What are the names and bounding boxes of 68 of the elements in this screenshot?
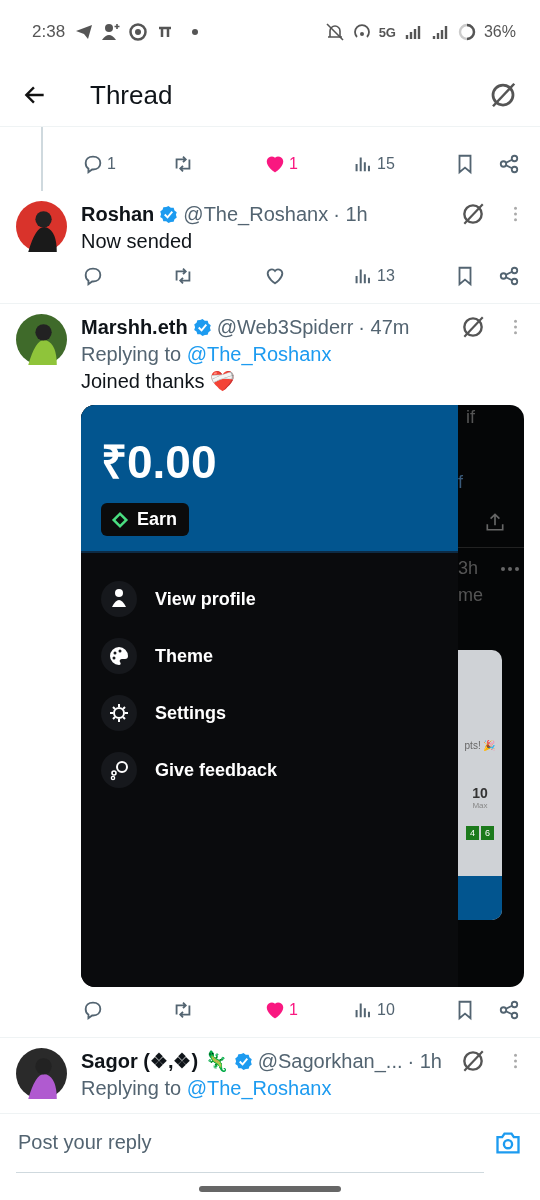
- view-count: 10: [377, 1001, 395, 1019]
- dot-icon: [192, 29, 199, 35]
- smiley-bubbles-icon: [101, 752, 137, 788]
- background-text: me: [458, 585, 484, 606]
- slashed-circle-icon[interactable]: [460, 201, 486, 227]
- reply-count: 1: [107, 155, 116, 173]
- like-count: 1: [289, 1001, 298, 1019]
- slashed-circle-icon[interactable]: [460, 314, 486, 340]
- menu-item[interactable]: Give feedback: [155, 759, 278, 781]
- background-text: Max: [472, 801, 488, 810]
- heart-icon[interactable]: [264, 153, 286, 175]
- reply-field[interactable]: Post your reply: [16, 1113, 484, 1173]
- background-text: 10: [472, 785, 488, 801]
- post-text: Joined thanks ❤‍🩹: [81, 369, 236, 393]
- banner-bar: [458, 876, 502, 920]
- person-add-icon: [101, 22, 122, 42]
- reply-icon[interactable]: [82, 265, 104, 287]
- sun-icon: [101, 695, 137, 731]
- background-text: if: [466, 407, 476, 428]
- share-icon: [484, 511, 506, 533]
- avatar[interactable]: [16, 201, 67, 252]
- author-name[interactable]: Sagor (❖,❖) 🦎: [81, 1049, 229, 1073]
- share-icon[interactable]: [498, 265, 520, 287]
- author-handle[interactable]: @Web3Spiderr: [216, 315, 354, 339]
- background-text: 3h: [458, 558, 479, 579]
- background-text: f: [458, 472, 464, 493]
- balance-amount: ₹0.00: [101, 435, 218, 490]
- diamond-icon: [111, 510, 129, 529]
- slashed-circle-icon[interactable]: [460, 1048, 486, 1074]
- palette-icon: [101, 638, 137, 674]
- share-icon[interactable]: [498, 999, 520, 1021]
- target-icon: [128, 22, 149, 42]
- number-tile: 6: [481, 826, 494, 840]
- view-count: 15: [377, 155, 395, 173]
- earn-button[interactable]: Earn: [101, 503, 190, 536]
- page-title: Thread: [90, 79, 173, 111]
- avatar[interactable]: [16, 314, 67, 365]
- menu-item[interactable]: View profile: [155, 588, 256, 610]
- network-type: 5G: [378, 24, 396, 40]
- author-name[interactable]: Roshan: [81, 202, 155, 226]
- more-icon: [500, 565, 520, 572]
- author-handle[interactable]: @The_Roshanx: [183, 202, 329, 226]
- person-icon: [101, 581, 137, 617]
- share-icon[interactable]: [498, 153, 520, 175]
- menu-item[interactable]: Theme: [155, 645, 214, 667]
- heart-icon[interactable]: [264, 265, 286, 287]
- reply-icon[interactable]: [82, 999, 104, 1021]
- author-handle[interactable]: @Sagorkhan_...: [257, 1049, 403, 1073]
- bell-off-icon: [324, 22, 345, 42]
- heart-icon[interactable]: [264, 999, 286, 1021]
- post-text: Now sended: [81, 230, 194, 253]
- battery-level: 36%: [483, 23, 516, 41]
- post-time: · 1h: [407, 1049, 442, 1073]
- replying-to-text: Replying to @The_Roshanx: [81, 343, 333, 366]
- author-name[interactable]: Marshh.eth: [81, 315, 188, 339]
- post-time: · 1h: [333, 202, 368, 226]
- battery-ring-icon: [456, 22, 477, 42]
- view-count: 13: [377, 267, 395, 285]
- background-text: pts! 🎉: [464, 740, 496, 751]
- reply-icon[interactable]: [82, 153, 104, 175]
- replying-to-text: Replying to @The_Roshanx: [81, 1077, 333, 1100]
- avatar[interactable]: [16, 1048, 67, 1099]
- number-tile: 4: [466, 826, 479, 840]
- post-time: · 47m: [358, 315, 410, 339]
- like-count: 1: [289, 155, 298, 173]
- screenshot-image[interactable]: ₹0.00 Earn View profile Theme Settings Give feedback if f 3h me pts! 🎉 10 Max 4 6: [81, 405, 524, 987]
- status-time: 2:38: [32, 22, 66, 42]
- menu-item[interactable]: Settings: [155, 702, 226, 724]
